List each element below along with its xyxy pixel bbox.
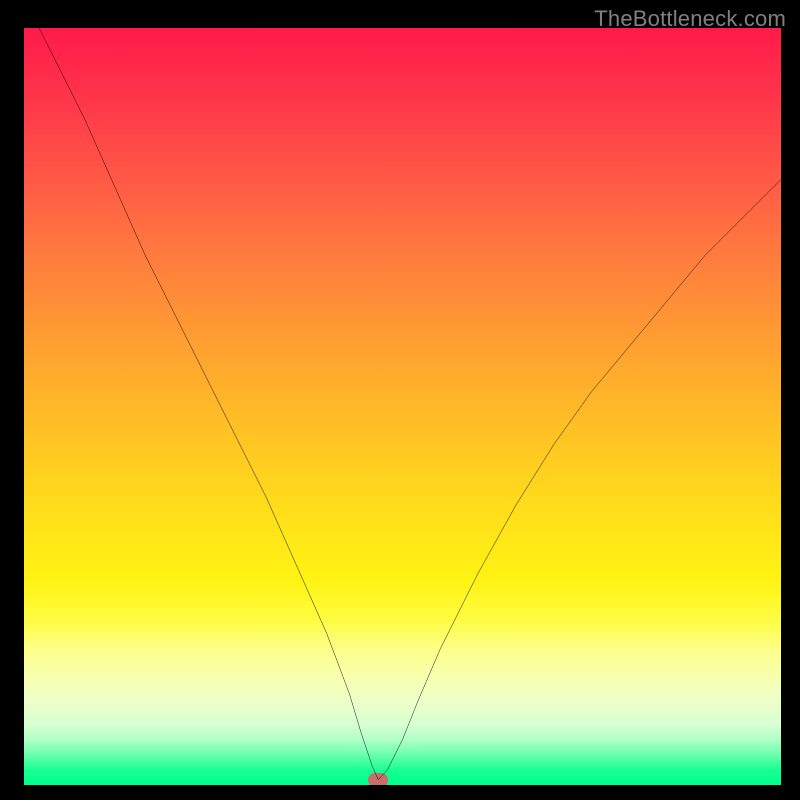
watermark-text: TheBottleneck.com: [594, 6, 786, 32]
plot-area: [24, 28, 781, 785]
bottleneck-curve: [24, 28, 781, 780]
chart-frame: TheBottleneck.com: [0, 0, 800, 800]
curve-svg: [24, 28, 781, 785]
